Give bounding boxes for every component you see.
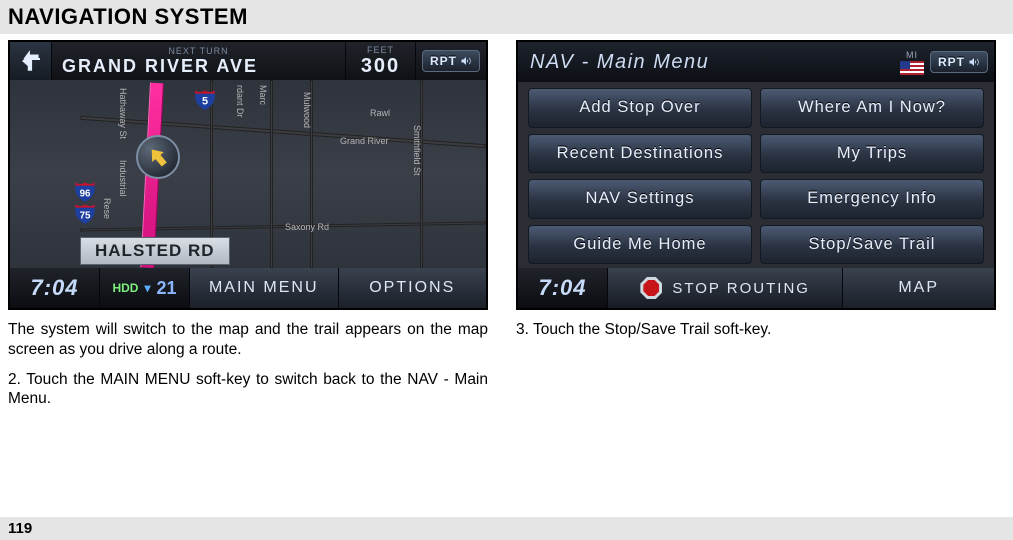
nav-menu-grid: Add Stop Over Where Am I Now? Recent Des… (528, 88, 984, 264)
nav-bottombar: 7:04 STOP ROUTING MAP (518, 268, 994, 308)
current-road-banner: HALSTED RD (76, 237, 488, 265)
recent-destinations-button[interactable]: Recent Destinations (528, 134, 752, 174)
page: NAVIGATION SYSTEM NEXT TURN GRAND RIVER … (0, 0, 1013, 540)
main-menu-button[interactable]: MAIN MENU (190, 268, 339, 308)
clock: 7:04 (518, 268, 608, 308)
street-label: Grand River (340, 136, 389, 146)
nav-screen-title: NAV - Main Menu (524, 51, 894, 74)
section-header: NAVIGATION SYSTEM (0, 0, 1013, 34)
current-road-name: HALSTED RD (80, 237, 230, 265)
where-am-i-button[interactable]: Where Am I Now? (760, 88, 984, 128)
street-label: Marc (258, 85, 268, 105)
nav-title-row: NAV - Main Menu MI RPT (518, 42, 994, 82)
hdd-number: 21 (157, 278, 177, 299)
street-label: Rawl (370, 108, 390, 118)
guide-me-home-button[interactable]: Guide Me Home (528, 225, 752, 265)
street-label: Smithfield St (412, 125, 422, 176)
stop-sign-icon (640, 277, 662, 299)
feet-label: FEET (356, 45, 405, 55)
stop-routing-label: STOP ROUTING (672, 280, 810, 297)
units-label: MI (906, 50, 918, 60)
map-bottombar: 7:04 HDD ▾ 21 MAIN MENU OPTIONS (10, 268, 486, 308)
street-label: Hathaway St (118, 88, 128, 139)
repeat-label: RPT (938, 55, 965, 69)
paragraph: 3. Touch the Stop/Save Trail soft-key. (516, 320, 996, 340)
svg-text:75: 75 (80, 210, 91, 221)
map-topbar: NEXT TURN GRAND RIVER AVE FEET 300 RPT (10, 42, 486, 80)
turn-marker (136, 135, 180, 179)
sound-icon (460, 55, 472, 67)
nav-settings-button[interactable]: NAV Settings (528, 179, 752, 219)
us-flag-icon (900, 61, 924, 75)
right-body-text: 3. Touch the Stop/Save Trail soft-key. (516, 310, 996, 340)
feet-segment: FEET 300 (346, 42, 416, 80)
street-label: Mulwood (302, 92, 312, 128)
content-columns: NEXT TURN GRAND RIVER AVE FEET 300 RPT (0, 34, 1013, 517)
interstate-shield-icon: 75 (72, 200, 98, 226)
options-button[interactable]: OPTIONS (339, 268, 487, 308)
repeat-button[interactable]: RPT (930, 51, 988, 73)
right-column: NAV - Main Menu MI RPT Add Stop Over Whe… (516, 40, 996, 517)
emergency-info-button[interactable]: Emergency Info (760, 179, 984, 219)
stop-save-trail-button[interactable]: Stop/Save Trail (760, 225, 984, 265)
map-canvas[interactable]: 5 96 75 Hathaway St Industrial Rese rdan… (10, 80, 486, 268)
rpt-cell: RPT (416, 42, 486, 80)
svg-text:96: 96 (80, 188, 91, 199)
clock: 7:04 (10, 268, 100, 308)
add-stop-over-button[interactable]: Add Stop Over (528, 88, 752, 128)
feet-value: 300 (356, 55, 405, 78)
repeat-button[interactable]: RPT (422, 50, 480, 72)
road-line (80, 221, 486, 231)
left-body-text: The system will switch to the map and th… (8, 310, 488, 409)
next-turn-street: GRAND RIVER AVE (62, 56, 335, 77)
street-label: Saxony Rd (285, 222, 329, 232)
turn-arrow-icon (10, 42, 52, 80)
left-column: NEXT TURN GRAND RIVER AVE FEET 300 RPT (8, 40, 488, 517)
paragraph: 2. Touch the MAIN MENU soft-key to switc… (8, 370, 488, 410)
hdd-label: HDD (112, 281, 138, 295)
street-label: Rese (102, 198, 112, 219)
interstate-shield-icon: 5 (192, 86, 218, 112)
my-trips-button[interactable]: My Trips (760, 134, 984, 174)
paragraph: The system will switch to the map and th… (8, 320, 488, 360)
sound-icon (968, 56, 980, 68)
page-footer: 119 (0, 517, 1013, 540)
street-label: rdant Dr (235, 85, 245, 118)
section-title: NAVIGATION SYSTEM (8, 4, 1005, 30)
stop-routing-button[interactable]: STOP ROUTING (608, 268, 843, 308)
next-turn-label: NEXT TURN (62, 46, 335, 56)
map-screenshot: NEXT TURN GRAND RIVER AVE FEET 300 RPT (8, 40, 488, 310)
page-number: 119 (8, 520, 32, 537)
next-turn-segment: NEXT TURN GRAND RIVER AVE (52, 42, 346, 80)
hdd-indicator: HDD ▾ 21 (100, 268, 190, 308)
street-label: Industrial (118, 160, 128, 197)
svg-text:5: 5 (202, 95, 208, 107)
nav-menu-screenshot: NAV - Main Menu MI RPT Add Stop Over Whe… (516, 40, 996, 310)
map-button[interactable]: MAP (843, 268, 994, 308)
repeat-label: RPT (430, 54, 457, 68)
